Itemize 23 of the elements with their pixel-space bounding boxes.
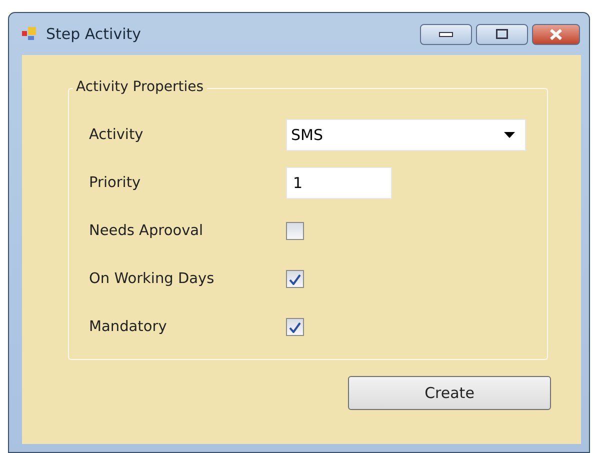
activity-dropdown[interactable]: SMS xyxy=(286,119,526,151)
group-title: Activity Properties xyxy=(73,79,207,95)
caret-icon xyxy=(504,132,515,138)
field-label: Mandatory xyxy=(89,319,168,335)
window-title: Step Activity xyxy=(46,25,142,43)
check-icon xyxy=(289,322,301,332)
field-label: Priority xyxy=(89,175,142,191)
checkbox[interactable] xyxy=(286,270,304,288)
checkbox[interactable] xyxy=(286,222,304,240)
minimize-button[interactable] xyxy=(420,24,472,44)
field-label: Needs Aprooval xyxy=(89,223,204,239)
close-button[interactable] xyxy=(532,24,580,44)
check-icon xyxy=(289,274,301,284)
maximize-icon xyxy=(496,29,508,39)
priority-field[interactable]: 1 xyxy=(286,167,392,199)
close-icon xyxy=(549,28,563,40)
create-button[interactable]: Create xyxy=(348,376,551,410)
field-label: On Working Days xyxy=(89,271,216,287)
app-icon xyxy=(22,26,38,42)
field-label: Activity xyxy=(89,127,144,143)
maximize-button[interactable] xyxy=(476,24,528,44)
minimize-icon xyxy=(439,32,453,36)
checkbox[interactable] xyxy=(286,318,304,336)
